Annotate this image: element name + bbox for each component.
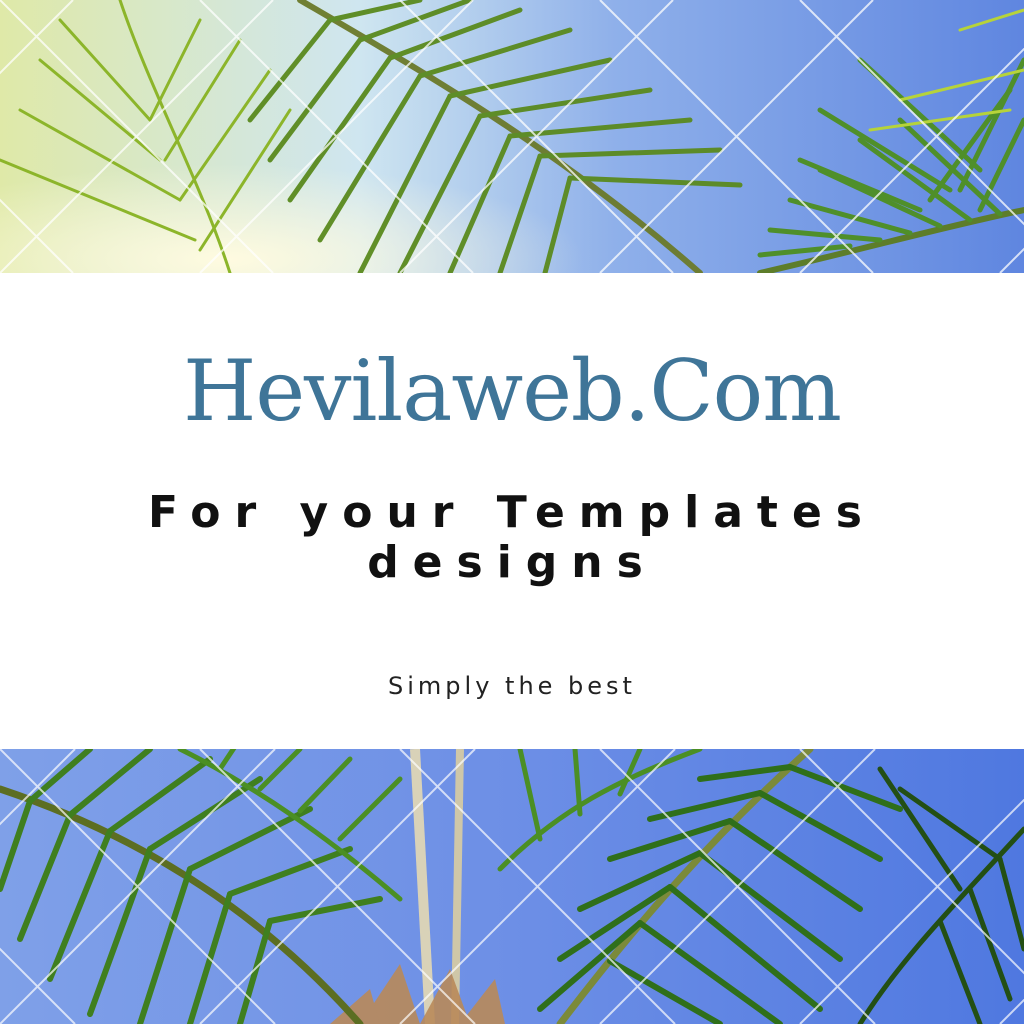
bottom-palm-photo bbox=[0, 749, 1024, 1024]
brand-title: Hevilaweb.Com bbox=[183, 342, 842, 440]
tagline: For your Templates designs bbox=[0, 488, 1024, 588]
subtitle: Simply the best bbox=[388, 672, 636, 700]
tagline-line-2: designs bbox=[367, 537, 657, 588]
top-palm-photo bbox=[0, 0, 1024, 273]
tagline-line-1: For your Templates bbox=[148, 487, 876, 538]
banner-graphic: Hevilaweb.Com For your Templates designs… bbox=[0, 0, 1024, 1024]
